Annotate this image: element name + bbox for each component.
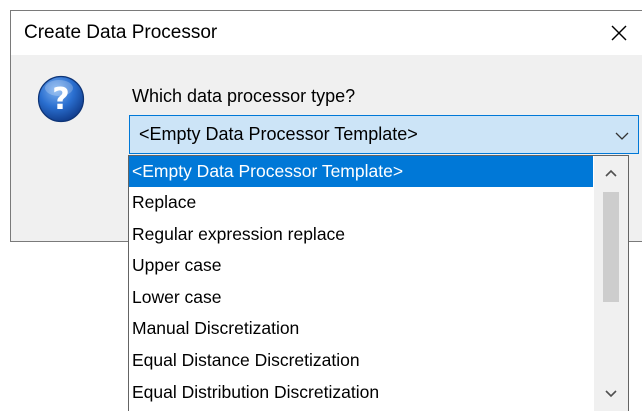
scrollbar-thumb[interactable]: [603, 192, 619, 302]
close-button[interactable]: [596, 11, 642, 55]
list-item-regex-replace[interactable]: Regular expression replace: [129, 219, 593, 251]
close-icon: [611, 25, 627, 41]
list-item-manual-discretization[interactable]: Manual Discretization: [129, 313, 593, 345]
dialog-title: Create Data Processor: [24, 22, 218, 43]
scroll-down-button[interactable]: [594, 377, 628, 411]
title-bar: Create Data Processor: [11, 11, 642, 55]
list-item-empty-template[interactable]: <Empty Data Processor Template>: [129, 156, 593, 187]
screen: Create Data Processor ? Which data proce: [0, 0, 642, 411]
question-icon: ?: [37, 75, 85, 123]
scroll-up-button[interactable]: [594, 156, 628, 190]
dropdown-items: <Empty Data Processor Template> Replace …: [129, 156, 593, 408]
dropdown-scrollbar[interactable]: [594, 156, 628, 411]
processor-type-dropdown-list: <Empty Data Processor Template> Replace …: [128, 155, 629, 411]
list-item-lower-case[interactable]: Lower case: [129, 282, 593, 314]
svg-text:?: ?: [52, 82, 69, 117]
chevron-up-icon: [605, 169, 617, 177]
combobox-selected-value: <Empty Data Processor Template>: [139, 124, 418, 144]
prompt-label: Which data processor type?: [132, 86, 356, 106]
list-item-equal-distance-discretization[interactable]: Equal Distance Discretization: [129, 345, 593, 377]
list-item-equal-distribution-discretization[interactable]: Equal Distribution Discretization: [129, 377, 593, 409]
chevron-down-icon[interactable]: [614, 129, 630, 143]
chevron-down-icon: [605, 390, 617, 398]
list-item-upper-case[interactable]: Upper case: [129, 250, 593, 282]
processor-type-combobox[interactable]: <Empty Data Processor Template>: [129, 115, 639, 154]
list-item-replace[interactable]: Replace: [129, 187, 593, 219]
